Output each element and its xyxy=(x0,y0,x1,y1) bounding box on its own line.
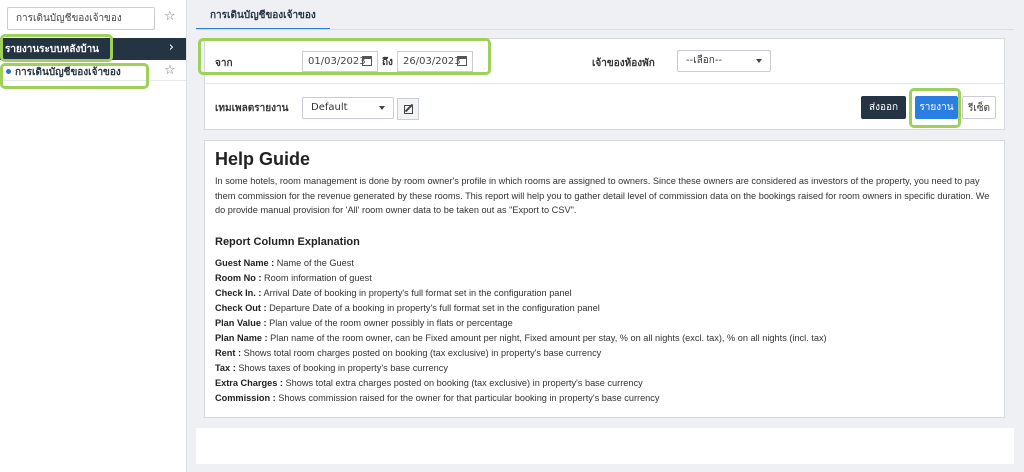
column-name: Commission : xyxy=(215,392,276,403)
reset-button[interactable]: รีเซ็ต xyxy=(962,96,996,119)
sidebar: ☆ รายงานระบบหลังบ้าน › การเดินบัญชีของเจ… xyxy=(0,0,187,472)
column-desc: Shows commission raised for the owner fo… xyxy=(275,392,660,403)
sidebar-item-label: การเดินบัญชีของเจ้าของ xyxy=(15,67,121,78)
template-select[interactable]: Default xyxy=(302,97,394,119)
column-row: Extra Charges : Shows total extra charge… xyxy=(215,376,994,391)
column-name: Plan Name : xyxy=(215,332,268,343)
favorite-star-icon[interactable]: ☆ xyxy=(164,64,176,77)
column-desc: Room information of guest xyxy=(261,272,372,283)
column-name: Room No : xyxy=(215,272,262,283)
column-name: Check Out : xyxy=(215,302,267,313)
column-name: Check In. : xyxy=(215,287,262,298)
from-date-value: 01/03/2023 xyxy=(308,56,366,67)
template-select-value: Default xyxy=(311,102,348,113)
column-row: Commission : Shows commission raised for… xyxy=(215,391,994,406)
column-desc: Arrival Date of booking in property's fu… xyxy=(261,287,572,298)
report-button[interactable]: รายงาน xyxy=(915,96,958,119)
column-name: Extra Charges : xyxy=(215,377,283,388)
from-date-field[interactable]: 01/03/2023 xyxy=(302,51,378,72)
column-desc: Departure Date of a booking in property'… xyxy=(266,302,600,313)
tab-owner-ledger[interactable]: การเดินบัญชีของเจ้าของ xyxy=(196,6,330,30)
help-guide-title: Help Guide xyxy=(215,149,311,169)
template-label: เทมเพลตรายงาน xyxy=(215,103,289,114)
filter-panel: จาก 01/03/2023 ถึง 26/03/2023 เจ้าของห้อ… xyxy=(204,38,1005,130)
column-name: Plan Value : xyxy=(215,317,267,328)
tab-divider xyxy=(196,29,1014,30)
to-date-field[interactable]: 26/03/2023 xyxy=(397,51,473,72)
help-guide-intro: In some hotels, room management is done … xyxy=(215,176,990,216)
export-button[interactable]: ส่งออก xyxy=(861,96,906,119)
help-guide-panel: Help Guide In some hotels, room manageme… xyxy=(204,140,1005,418)
column-row: Plan Name : Plan name of the room owner,… xyxy=(215,331,994,346)
column-row: Room No : Room information of guest xyxy=(215,271,994,286)
sidebar-section-backoffice-reports[interactable]: รายงานระบบหลังบ้าน › xyxy=(0,38,186,60)
column-desc: Plan value of the room owner possibly in… xyxy=(266,317,513,328)
column-name: Guest Name : xyxy=(215,257,275,268)
sidebar-section-label: รายงานระบบหลังบ้าน xyxy=(5,44,100,55)
column-desc: Shows total extra charges posted on book… xyxy=(282,377,643,388)
owner-label: เจ้าของห้องพัก xyxy=(592,58,655,69)
from-label: จาก xyxy=(215,58,233,69)
columns-list: Guest Name : Name of the Guest Room No :… xyxy=(215,256,994,406)
owner-select[interactable]: --เลือก-- xyxy=(677,50,771,72)
column-name: Rent : xyxy=(215,347,242,358)
footer-area xyxy=(196,428,1014,464)
menu-search-input[interactable] xyxy=(8,8,154,29)
column-row: Tax : Shows taxes of booking in property… xyxy=(215,361,994,376)
bullet-icon xyxy=(6,69,11,74)
column-desc: Shows taxes of booking in property's bas… xyxy=(235,362,448,373)
edit-template-button[interactable] xyxy=(397,98,419,120)
caret-down-icon xyxy=(379,106,385,110)
calendar-icon[interactable] xyxy=(362,56,372,66)
column-row: Rent : Shows total room charges posted o… xyxy=(215,346,994,361)
chevron-right-icon: › xyxy=(168,40,174,55)
to-label: ถึง xyxy=(382,57,393,68)
column-row: Check In. : Arrival Date of booking in p… xyxy=(215,286,994,301)
column-desc: Name of the Guest xyxy=(274,257,354,268)
to-date-value: 26/03/2023 xyxy=(403,56,461,67)
star-icon[interactable]: ☆ xyxy=(164,10,176,23)
column-desc: Shows total room charges posted on booki… xyxy=(241,347,602,358)
column-row: Guest Name : Name of the Guest xyxy=(215,256,994,271)
column-row: Plan Value : Plan value of the room owne… xyxy=(215,316,994,331)
sidebar-item-owner-ledger[interactable]: การเดินบัญชีของเจ้าของ xyxy=(0,61,186,81)
calendar-icon[interactable] xyxy=(457,56,467,66)
caret-down-icon xyxy=(756,59,762,63)
column-name: Tax : xyxy=(215,362,236,373)
panel-divider xyxy=(205,83,1004,84)
menu-search[interactable] xyxy=(7,7,155,30)
owner-select-value: --เลือก-- xyxy=(686,55,723,66)
columns-title: Report Column Explanation xyxy=(215,235,360,248)
column-row: Check Out : Departure Date of a booking … xyxy=(215,301,994,316)
column-desc: Plan name of the room owner, can be Fixe… xyxy=(267,332,827,343)
